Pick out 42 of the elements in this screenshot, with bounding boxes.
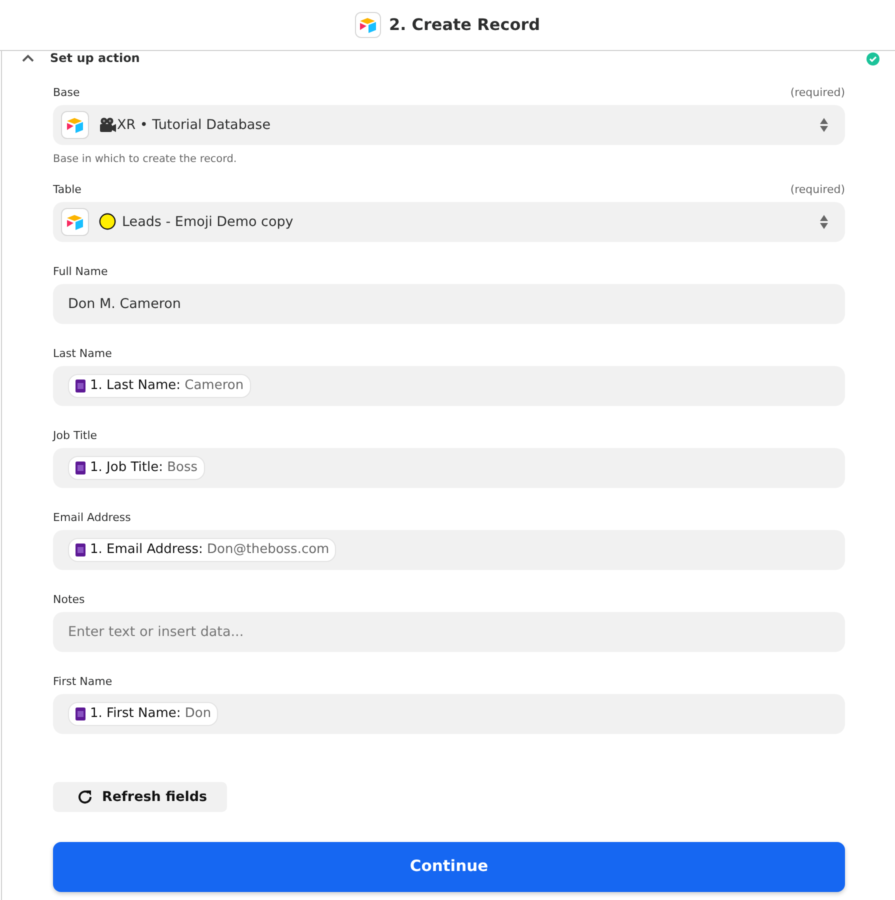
header-title: 2. Create Record (388, 14, 540, 36)
field-label: Table (53, 184, 82, 196)
sort-arrows-icon (819, 117, 829, 133)
circle-icon (99, 213, 116, 230)
input-field[interactable]: 1. Email Address: Don@theboss.com (53, 530, 845, 570)
field-label: Email Address (53, 512, 131, 524)
data-pill[interactable]: 1. Last Name: Cameron (68, 374, 251, 398)
field-label: Last Name (53, 348, 112, 360)
select-field[interactable]: Leads - Emoji Demo copy (53, 202, 845, 242)
required-note: (required) (790, 184, 845, 196)
app-logo-icon (61, 111, 89, 139)
collapse-icon[interactable] (22, 54, 34, 62)
app-logo-icon (354, 12, 381, 38)
refresh-icon (77, 788, 93, 805)
input-field[interactable]: Don M. Cameron (53, 284, 845, 324)
data-pill[interactable]: 1. Email Address: Don@theboss.com (68, 538, 336, 562)
field-label: First Name (53, 676, 112, 688)
field-label: Job Title (53, 430, 98, 442)
field-label: Base (53, 87, 80, 99)
data-pill[interactable]: 1. Job Title: Boss (68, 456, 205, 480)
sort-arrows-icon (819, 214, 829, 230)
select-field[interactable]: XR • Tutorial Database (53, 105, 845, 145)
input-field[interactable]: Enter text or insert data... (53, 612, 845, 652)
field-label: Full Name (53, 266, 108, 278)
data-pill[interactable]: 1. First Name: Don (68, 702, 218, 726)
input-field[interactable]: 1. Job Title: Boss (53, 448, 845, 488)
field-label: Notes (53, 594, 85, 606)
section-title: Set up action (50, 51, 140, 65)
help-text: Base in which to create the record. (53, 152, 238, 167)
continue-button[interactable]: Continue (53, 842, 845, 892)
required-note: (required) (790, 87, 845, 99)
input-field[interactable]: 1. Last Name: Cameron (53, 366, 845, 406)
document-icon (75, 542, 86, 557)
document-icon (75, 706, 86, 721)
refresh-fields-button[interactable]: Refresh fields (53, 782, 228, 812)
app-logo-icon (61, 208, 89, 236)
input-field[interactable]: 1. First Name: Don (53, 694, 845, 734)
camera-icon (99, 116, 117, 134)
document-icon (75, 460, 86, 475)
document-icon (75, 378, 86, 393)
select-value: Leads - Emoji Demo copy (122, 212, 294, 232)
select-value: XR • Tutorial Database (117, 116, 271, 135)
